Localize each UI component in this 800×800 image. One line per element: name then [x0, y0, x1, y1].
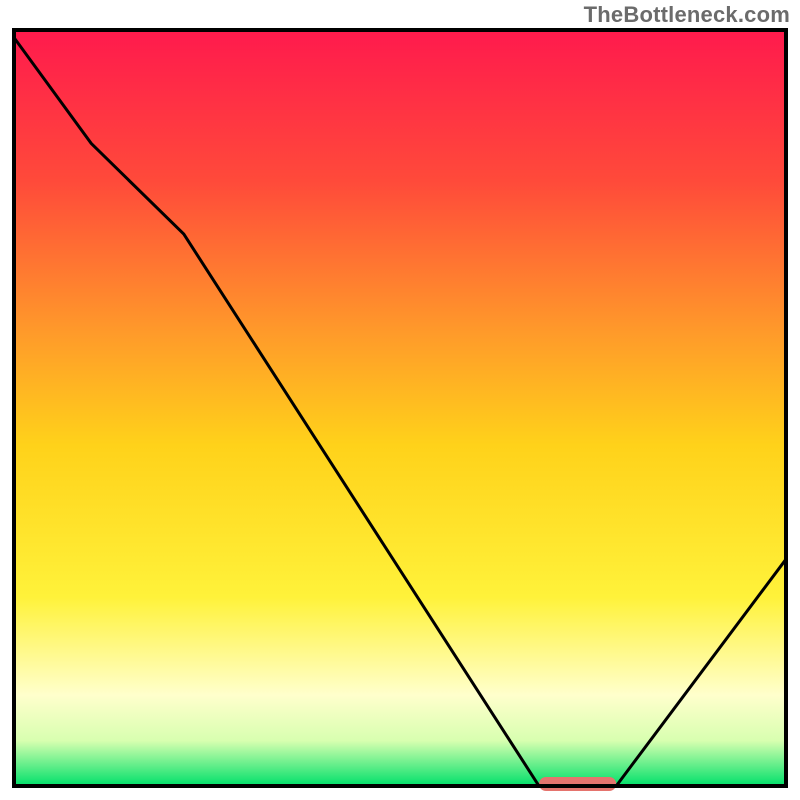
- attribution-text: TheBottleneck.com: [584, 2, 790, 28]
- gradient-background: [14, 30, 786, 786]
- bottleneck-chart: [0, 0, 800, 800]
- chart-container: TheBottleneck.com: [0, 0, 800, 800]
